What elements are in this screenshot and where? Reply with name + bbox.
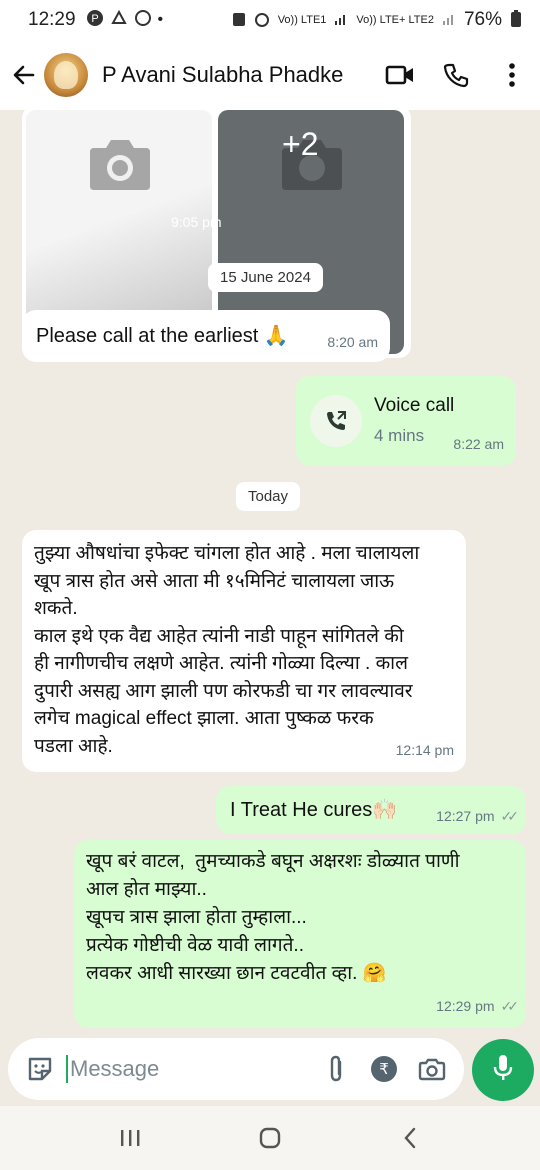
voice-call-title: Voice call bbox=[374, 395, 455, 416]
attach-icon[interactable] bbox=[316, 1049, 356, 1089]
message-time: 9:05 pm bbox=[171, 214, 222, 230]
status-time: 12:29 bbox=[28, 9, 76, 30]
message-time: 8:20 am bbox=[327, 334, 378, 350]
read-ticks-icon: ✓✓ bbox=[500, 808, 520, 824]
voice-call-duration: 4 mins bbox=[374, 426, 425, 445]
message-time: 8:22 am bbox=[453, 436, 504, 452]
contact-name[interactable]: P Avani Sulabha Phadke bbox=[102, 62, 372, 88]
data-saver-icon bbox=[232, 11, 246, 30]
voice-call-message[interactable]: Voice call 4 mins 8:22 am bbox=[296, 376, 516, 466]
alarm-icon bbox=[254, 11, 270, 30]
message-time: 12:29 pm bbox=[436, 998, 495, 1014]
mic-icon bbox=[492, 1053, 514, 1088]
message-text: खूप बरं वाटल, तुमच्याकडे बघून अक्षरशः डो… bbox=[86, 851, 460, 984]
message-input[interactable]: Message bbox=[66, 1055, 316, 1083]
message-text: Please call at the earliest 🙏 bbox=[36, 325, 289, 347]
battery-icon bbox=[510, 9, 522, 31]
payment-icon[interactable]: ₹ bbox=[364, 1049, 404, 1089]
svg-text:₹: ₹ bbox=[379, 1060, 389, 1078]
more-media-count: +2 bbox=[282, 126, 319, 162]
incoming-message[interactable]: तुझ्या औषधांचा इफेक्ट चांगला होत आहे . म… bbox=[22, 530, 466, 772]
mic-button[interactable] bbox=[472, 1039, 534, 1101]
status-right: Vo)) LTE1 Vo)) LTE+ LTE2 76% bbox=[232, 9, 522, 31]
battery-percent: 76% bbox=[463, 9, 502, 30]
video-call-icon[interactable] bbox=[372, 47, 428, 103]
chat-header: P Avani Sulabha Phadke bbox=[0, 40, 540, 110]
whatsapp-notification-icon bbox=[134, 9, 152, 32]
system-nav-bar bbox=[0, 1106, 540, 1170]
phone-icon[interactable] bbox=[428, 47, 484, 103]
date-chip: 15 June 2024 bbox=[208, 263, 323, 292]
home-icon[interactable] bbox=[240, 1118, 300, 1158]
message-meta: 12:27 pm ✓✓ bbox=[436, 802, 520, 830]
date-chip: Today bbox=[236, 482, 301, 511]
chat-area[interactable]: +2 9:05 pm 15 June 2024 Please call at t… bbox=[0, 110, 540, 1038]
camera-icon bbox=[86, 134, 154, 199]
signal-2-icon bbox=[442, 12, 456, 29]
message-meta: 8:20 am bbox=[327, 328, 378, 356]
outgoing-call-icon bbox=[310, 395, 362, 447]
outgoing-message[interactable]: खूप बरं वाटल, तुमच्याकडे बघून अक्षरशः डो… bbox=[74, 840, 526, 1028]
camera-icon[interactable] bbox=[412, 1049, 452, 1089]
signal-1-icon bbox=[334, 12, 348, 29]
status-bar: 12:29 P • Vo)) LTE1 Vo)) LTE+ LTE2 76% bbox=[0, 0, 540, 40]
voice-call-info: Voice call 4 mins bbox=[374, 392, 454, 450]
back-nav-icon[interactable] bbox=[380, 1118, 440, 1158]
message-meta: 8:22 am bbox=[453, 430, 504, 458]
svg-text:P: P bbox=[91, 13, 98, 25]
sticker-icon[interactable] bbox=[20, 1049, 60, 1089]
message-time: 12:27 pm bbox=[436, 808, 495, 824]
message-time: 12:14 pm bbox=[395, 741, 454, 758]
pinterest-icon: P bbox=[86, 9, 104, 32]
avatar[interactable] bbox=[44, 53, 88, 97]
back-arrow-icon[interactable] bbox=[4, 55, 44, 95]
more-vert-icon[interactable] bbox=[484, 47, 540, 103]
message-meta: 12:29 pm ✓✓ bbox=[436, 992, 520, 1020]
network-2-label: Vo)) LTE+ LTE2 bbox=[356, 14, 434, 26]
app-notification-icon bbox=[110, 9, 128, 32]
outgoing-message[interactable]: I Treat He cures🙌🏻 12:27 pm ✓✓ bbox=[216, 786, 526, 834]
incoming-message[interactable]: Please call at the earliest 🙏 8:20 am bbox=[22, 310, 390, 362]
message-composer: Message ₹ bbox=[8, 1038, 464, 1100]
message-meta: 12:14 pm bbox=[396, 737, 454, 765]
message-text: तुझ्या औषधांचा इफेक्ट चांगला होत आहे . म… bbox=[34, 543, 420, 757]
network-1-label: Vo)) LTE1 bbox=[277, 14, 327, 26]
read-ticks-icon: ✓✓ bbox=[500, 998, 520, 1014]
recent-apps-icon[interactable] bbox=[100, 1118, 160, 1158]
notification-icons: P • bbox=[86, 9, 164, 32]
more-notifications-dot: • bbox=[157, 11, 164, 28]
message-text: I Treat He cures🙌🏻 bbox=[230, 799, 398, 821]
